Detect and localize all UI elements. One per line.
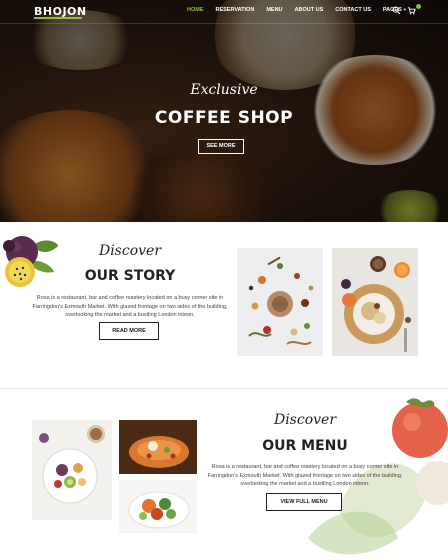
menu-title: OUR MENU	[262, 438, 348, 454]
nav-item-reservation[interactable]: RESERVATION	[216, 7, 255, 13]
hero-kicker: Exclusive	[190, 82, 258, 98]
pizza-image	[119, 420, 197, 474]
hero-section: BHOJON HOME RESERVATION MENU ABOUT US CO…	[0, 0, 448, 222]
story-body: Rosa is a restaurant, bar and coffee roa…	[32, 295, 228, 318]
see-more-button[interactable]: SEE MORE	[198, 139, 244, 154]
cart-icon[interactable]	[407, 6, 416, 15]
top-navbar: BHOJON HOME RESERVATION MENU ABOUT US CO…	[0, 0, 448, 24]
pizza-photo	[119, 420, 197, 474]
fruit-plate-photo	[32, 420, 112, 520]
nav-item-about-us[interactable]: ABOUT US	[295, 7, 324, 13]
main-nav: HOME RESERVATION MENU ABOUT US CONTACT U…	[187, 7, 419, 13]
read-more-button[interactable]: READ MORE	[99, 322, 159, 340]
spices-image	[237, 248, 323, 356]
view-full-menu-button[interactable]: VIEW FULL MENU	[266, 493, 342, 511]
salad-photo	[119, 480, 197, 533]
nav-item-home[interactable]: HOME	[187, 7, 204, 13]
spices-photo	[237, 248, 323, 356]
fruit-plate-image	[32, 420, 112, 520]
menu-kicker: Discover	[273, 412, 337, 428]
story-title: OUR STORY	[84, 268, 176, 284]
search-icon[interactable]	[392, 6, 401, 15]
hero-title: COFFEE SHOP	[154, 108, 294, 128]
nav-item-menu[interactable]: MENU	[266, 7, 282, 13]
breakfast-bowl-image	[332, 248, 418, 356]
logo-underline	[34, 17, 82, 19]
nav-item-contact-us[interactable]: CONTACT US	[335, 7, 371, 13]
menu-body: Rosa is a restaurant, bar and coffee roa…	[207, 464, 403, 487]
story-kicker: Discover	[98, 243, 162, 259]
breakfast-photo	[332, 248, 418, 356]
cart-badge	[416, 4, 421, 9]
salad-image	[119, 480, 197, 533]
